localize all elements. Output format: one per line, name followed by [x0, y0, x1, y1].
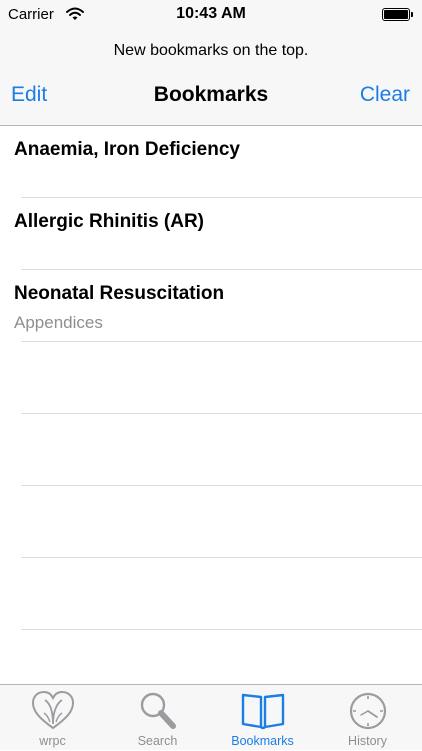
tab-bookmarks[interactable]: Bookmarks — [210, 685, 315, 751]
empty-row — [0, 414, 422, 486]
battery-nub — [411, 12, 413, 17]
empty-row — [0, 342, 422, 414]
tab-label: History — [348, 734, 387, 748]
status-time: 10:43 AM — [176, 5, 246, 22]
list-item[interactable]: Allergic Rhinitis (AR) — [0, 198, 422, 270]
tab-search[interactable]: Search — [105, 685, 210, 751]
clear-button[interactable]: Clear — [360, 83, 410, 107]
bookmark-title: Anaemia, Iron Deficiency — [14, 139, 240, 160]
clock-icon — [349, 692, 386, 730]
list-item[interactable]: Anaemia, Iron Deficiency — [0, 126, 422, 198]
heart-icon — [31, 691, 74, 730]
section-note: Appendices — [14, 313, 103, 332]
magnifier-icon — [140, 692, 176, 729]
tab-history[interactable]: History — [315, 685, 420, 751]
tab-wrpc[interactable]: wrpc — [0, 685, 105, 751]
empty-row — [0, 486, 422, 558]
page-title: Bookmarks — [153, 83, 269, 106]
bookmark-title: Allergic Rhinitis (AR) — [14, 211, 205, 232]
bookmark-title: Neonatal Resuscitation — [14, 283, 225, 304]
nav-prompt: New bookmarks on the top. — [113, 42, 309, 59]
empty-row — [0, 558, 422, 630]
status-bar: Carrier 10:43 AM — [0, 0, 422, 32]
battery-icon — [382, 8, 410, 21]
tab-bar: wrpc Search Bookmarks History — [0, 684, 422, 750]
open-book-icon — [241, 693, 284, 730]
navigation-bar: New bookmarks on the top. Edit Bookmarks… — [0, 32, 422, 126]
bookmark-list: Anaemia, Iron Deficiency Allergic Rhinit… — [0, 126, 422, 630]
tab-label: wrpc — [39, 734, 66, 748]
tab-label: Bookmarks — [231, 734, 294, 748]
tab-label: Search — [137, 734, 178, 748]
